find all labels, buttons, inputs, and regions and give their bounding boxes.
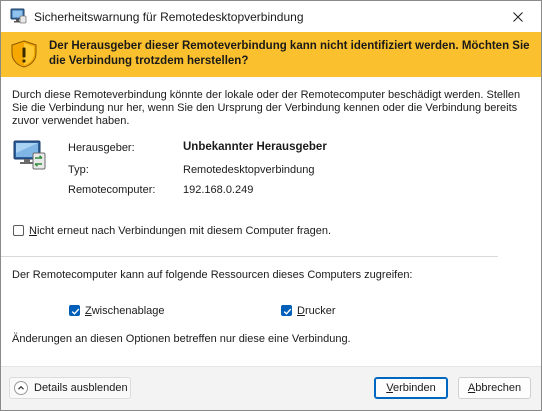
button-bar: Details ausblenden Verbinden Abbrechen (1, 366, 541, 410)
dont-ask-label-text: icht erneut nach Verbindungen mit diesem… (36, 225, 332, 237)
remote-computer-icon (13, 139, 47, 171)
options-note: Änderungen an diesen Optionen betreffen … (12, 333, 351, 345)
dont-ask-accesskey: N (29, 225, 37, 237)
cancel-label: bbrechen (475, 382, 522, 394)
printer-label-text: rucker (304, 305, 336, 317)
remote-desktop-app-icon (10, 8, 27, 24)
remote-computer-value: 192.168.0.249 (183, 184, 254, 196)
dialog-window: Sicherheitswarnung für Remotedesktopverb… (0, 0, 542, 411)
connect-button[interactable]: Verbinden (374, 377, 448, 399)
remote-computer-label: Remotecomputer: (68, 184, 156, 196)
toggle-details-button[interactable]: Details ausblenden (9, 377, 131, 399)
connect-accesskey: V (386, 382, 393, 394)
warning-message: Der Herausgeber dieser Remoteverbindung … (49, 40, 530, 67)
window-title: Sicherheitswarnung für Remotedesktopverb… (34, 10, 304, 24)
close-button[interactable] (495, 1, 541, 32)
publisher-value: Unbekannter Herausgeber (183, 141, 327, 153)
checkmark-icon (71, 308, 80, 315)
clipboard-label[interactable]: Zwischenablage (85, 305, 165, 317)
intro-text: Durch diese Remoteverbindung könnte der … (12, 89, 521, 127)
type-value: Remotedesktopverbindung (183, 164, 315, 176)
dont-ask-again-checkbox[interactable] (13, 225, 24, 236)
cancel-button[interactable]: Abbrechen (458, 377, 531, 399)
title-bar[interactable]: Sicherheitswarnung für Remotedesktopverb… (1, 1, 541, 32)
printer-accesskey: D (297, 305, 305, 317)
clipboard-label-text: wischenablage (91, 305, 165, 317)
chevron-up-icon (14, 381, 28, 395)
clipboard-accesskey: Z (85, 305, 92, 317)
close-icon (513, 11, 523, 22)
clipboard-checkbox[interactable] (69, 305, 80, 316)
section-divider (1, 256, 498, 257)
publisher-label: Herausgeber: (68, 142, 135, 154)
connect-label: erbinden (392, 382, 436, 394)
printer-checkbox[interactable] (281, 305, 292, 316)
warning-banner: Der Herausgeber dieser Remoteverbindung … (1, 32, 541, 77)
warning-shield-icon (9, 40, 39, 68)
resources-heading: Der Remotecomputer kann auf folgende Res… (12, 269, 413, 281)
dont-ask-again-label[interactable]: Nicht erneut nach Verbindungen mit diese… (29, 225, 331, 237)
type-label: Typ: (68, 164, 89, 176)
printer-label[interactable]: Drucker (297, 305, 336, 317)
toggle-details-label: Details ausblenden (34, 382, 128, 394)
checkmark-icon (283, 308, 292, 315)
